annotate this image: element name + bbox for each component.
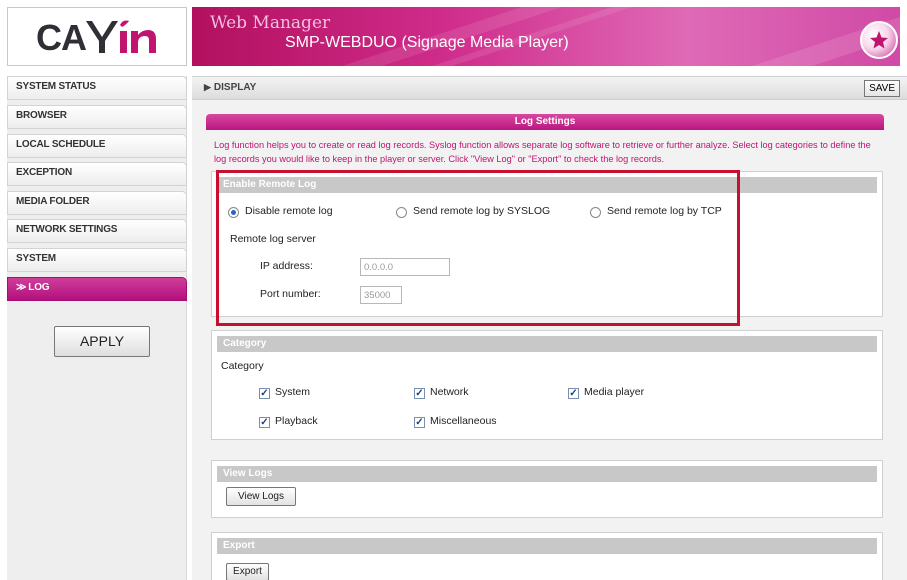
view-logs-header: View Logs <box>217 466 877 482</box>
export-panel: Export Export <box>211 532 883 580</box>
sidebar-item-network-settings[interactable]: NETWORK SETTINGS <box>7 219 187 243</box>
sidebar-item-log[interactable]: ≫ LOG <box>7 277 187 301</box>
sidebar-item-label: MEDIA FOLDER <box>16 196 90 207</box>
sidebar-item-local-schedule[interactable]: LOCAL SCHEDULE <box>7 134 187 158</box>
sidebar-item-media-folder[interactable]: MEDIA FOLDER <box>7 191 187 215</box>
playback-checkbox-label: Playback <box>275 415 318 427</box>
network-checkbox-label: Network <box>430 386 469 398</box>
playback-checkbox[interactable]: ✓ <box>259 417 270 428</box>
export-header: Export <box>217 538 877 554</box>
cayin-logo: CA <box>7 7 187 66</box>
breadcrumb: ▶ DISPLAY <box>204 82 256 93</box>
sidebar-item-label: EXCEPTION <box>16 167 72 178</box>
cayin-logo-mark: CA <box>36 17 156 57</box>
view-logs-panel: View Logs View Logs <box>211 460 883 518</box>
view-logs-button[interactable]: View Logs <box>226 487 296 506</box>
sidebar-item-label: SYSTEM STATUS <box>16 81 96 92</box>
app-title: Web Manager <box>210 13 331 33</box>
header-banner: Web Manager SMP-WEBDUO (Signage Media Pl… <box>192 7 900 66</box>
save-button[interactable]: SAVE <box>864 80 900 97</box>
sidebar: SYSTEM STATUS BROWSER LOCAL SCHEDULE EXC… <box>7 76 187 580</box>
magic-star-icon <box>860 21 898 59</box>
log-settings-description: Log function helps you to create or read… <box>214 140 871 164</box>
disable-remote-log-radio[interactable] <box>228 207 239 218</box>
sidebar-item-browser[interactable]: BROWSER <box>7 105 187 129</box>
remote-log-header: Enable Remote Log <box>217 177 877 193</box>
sidebar-item-label: NETWORK SETTINGS <box>16 224 118 235</box>
disable-remote-log-label: Disable remote log <box>245 205 333 217</box>
log-settings-title: Log Settings <box>206 114 884 130</box>
syslog-label: Send remote log by SYSLOG <box>413 205 551 217</box>
category-header: Category <box>217 336 877 352</box>
syslog-radio[interactable] <box>396 207 407 218</box>
sidebar-item-label: SYSTEM <box>16 253 56 264</box>
double-arrow-icon: ≫ <box>16 282 27 293</box>
web-manager-app: CA Web Manager SMP-WEBDUO (Signage Media… <box>0 0 907 580</box>
sidebar-item-label: LOG <box>28 282 50 293</box>
sidebar-item-label: LOCAL SCHEDULE <box>16 139 106 150</box>
sidebar-item-system-status[interactable]: SYSTEM STATUS <box>7 76 187 100</box>
ip-address-label: IP address: <box>260 260 313 272</box>
triangle-right-icon: ▶ <box>204 82 211 92</box>
system-checkbox-label: System <box>275 386 311 398</box>
category-panel: Category Category ✓ System ✓ Network ✓ M… <box>211 330 883 440</box>
svg-text:CA: CA <box>36 17 87 57</box>
sidebar-item-label: BROWSER <box>16 110 67 121</box>
media-player-checkbox[interactable]: ✓ <box>568 388 579 399</box>
tcp-label: Send remote log by TCP <box>607 205 722 217</box>
breadcrumb-label: DISPLAY <box>213 82 257 93</box>
category-label: Category <box>221 360 264 372</box>
remote-log-server-label: Remote log server <box>230 233 316 245</box>
media-player-checkbox-label: Media player <box>584 386 645 398</box>
ip-address-input[interactable] <box>360 258 450 276</box>
remote-log-panel: Enable Remote Log Disable remote log Sen… <box>211 171 883 317</box>
system-checkbox[interactable]: ✓ <box>259 388 270 399</box>
breadcrumb-bar: ▶ DISPLAY SAVE <box>192 76 907 100</box>
device-name: SMP-WEBDUO (Signage Media Player) <box>285 34 569 51</box>
miscellaneous-checkbox-label: Miscellaneous <box>430 415 497 427</box>
main-content: Log Settings Log function helps you to c… <box>192 100 907 580</box>
port-number-input[interactable] <box>360 286 402 304</box>
export-button[interactable]: Export <box>226 563 269 580</box>
port-number-label: Port number: <box>260 288 321 300</box>
miscellaneous-checkbox[interactable]: ✓ <box>414 417 425 428</box>
tcp-radio[interactable] <box>590 207 601 218</box>
network-checkbox[interactable]: ✓ <box>414 388 425 399</box>
sidebar-item-exception[interactable]: EXCEPTION <box>7 162 187 186</box>
sidebar-item-system[interactable]: SYSTEM <box>7 248 187 272</box>
apply-button[interactable]: APPLY <box>54 326 150 357</box>
